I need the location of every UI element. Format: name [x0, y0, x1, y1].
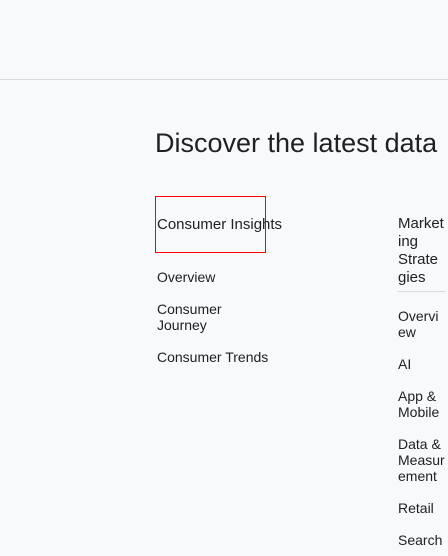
- menu-link-ai[interactable]: AI: [398, 348, 446, 380]
- menu-link-consumer-trends[interactable]: Consumer Trends: [155, 341, 275, 373]
- menu-link-overview[interactable]: Overview: [398, 300, 446, 348]
- page-title: Discover the latest data: [155, 128, 438, 158]
- menu-link-app-mobile[interactable]: App & Mobile: [398, 380, 446, 428]
- menu-column-marketing: Marketing Strategies Overview AI App & M…: [398, 196, 446, 556]
- menu-link-overview[interactable]: Overview: [155, 261, 275, 293]
- menu-link-consumer-journey[interactable]: Consumer Journey: [155, 293, 275, 341]
- menu-link-search[interactable]: Search: [398, 524, 446, 556]
- top-navigation-bar: [0, 0, 448, 80]
- menu-link-data-measurement[interactable]: Data & Measurement: [398, 428, 446, 492]
- menu-link-retail[interactable]: Retail: [398, 492, 446, 524]
- column-heading-consumer-insights[interactable]: Consumer Insights: [155, 196, 282, 253]
- menu-column-consumer-insights: Consumer Insights Overview Consumer Jour…: [155, 196, 282, 373]
- column-heading-marketing[interactable]: Marketing Strategies: [398, 196, 446, 292]
